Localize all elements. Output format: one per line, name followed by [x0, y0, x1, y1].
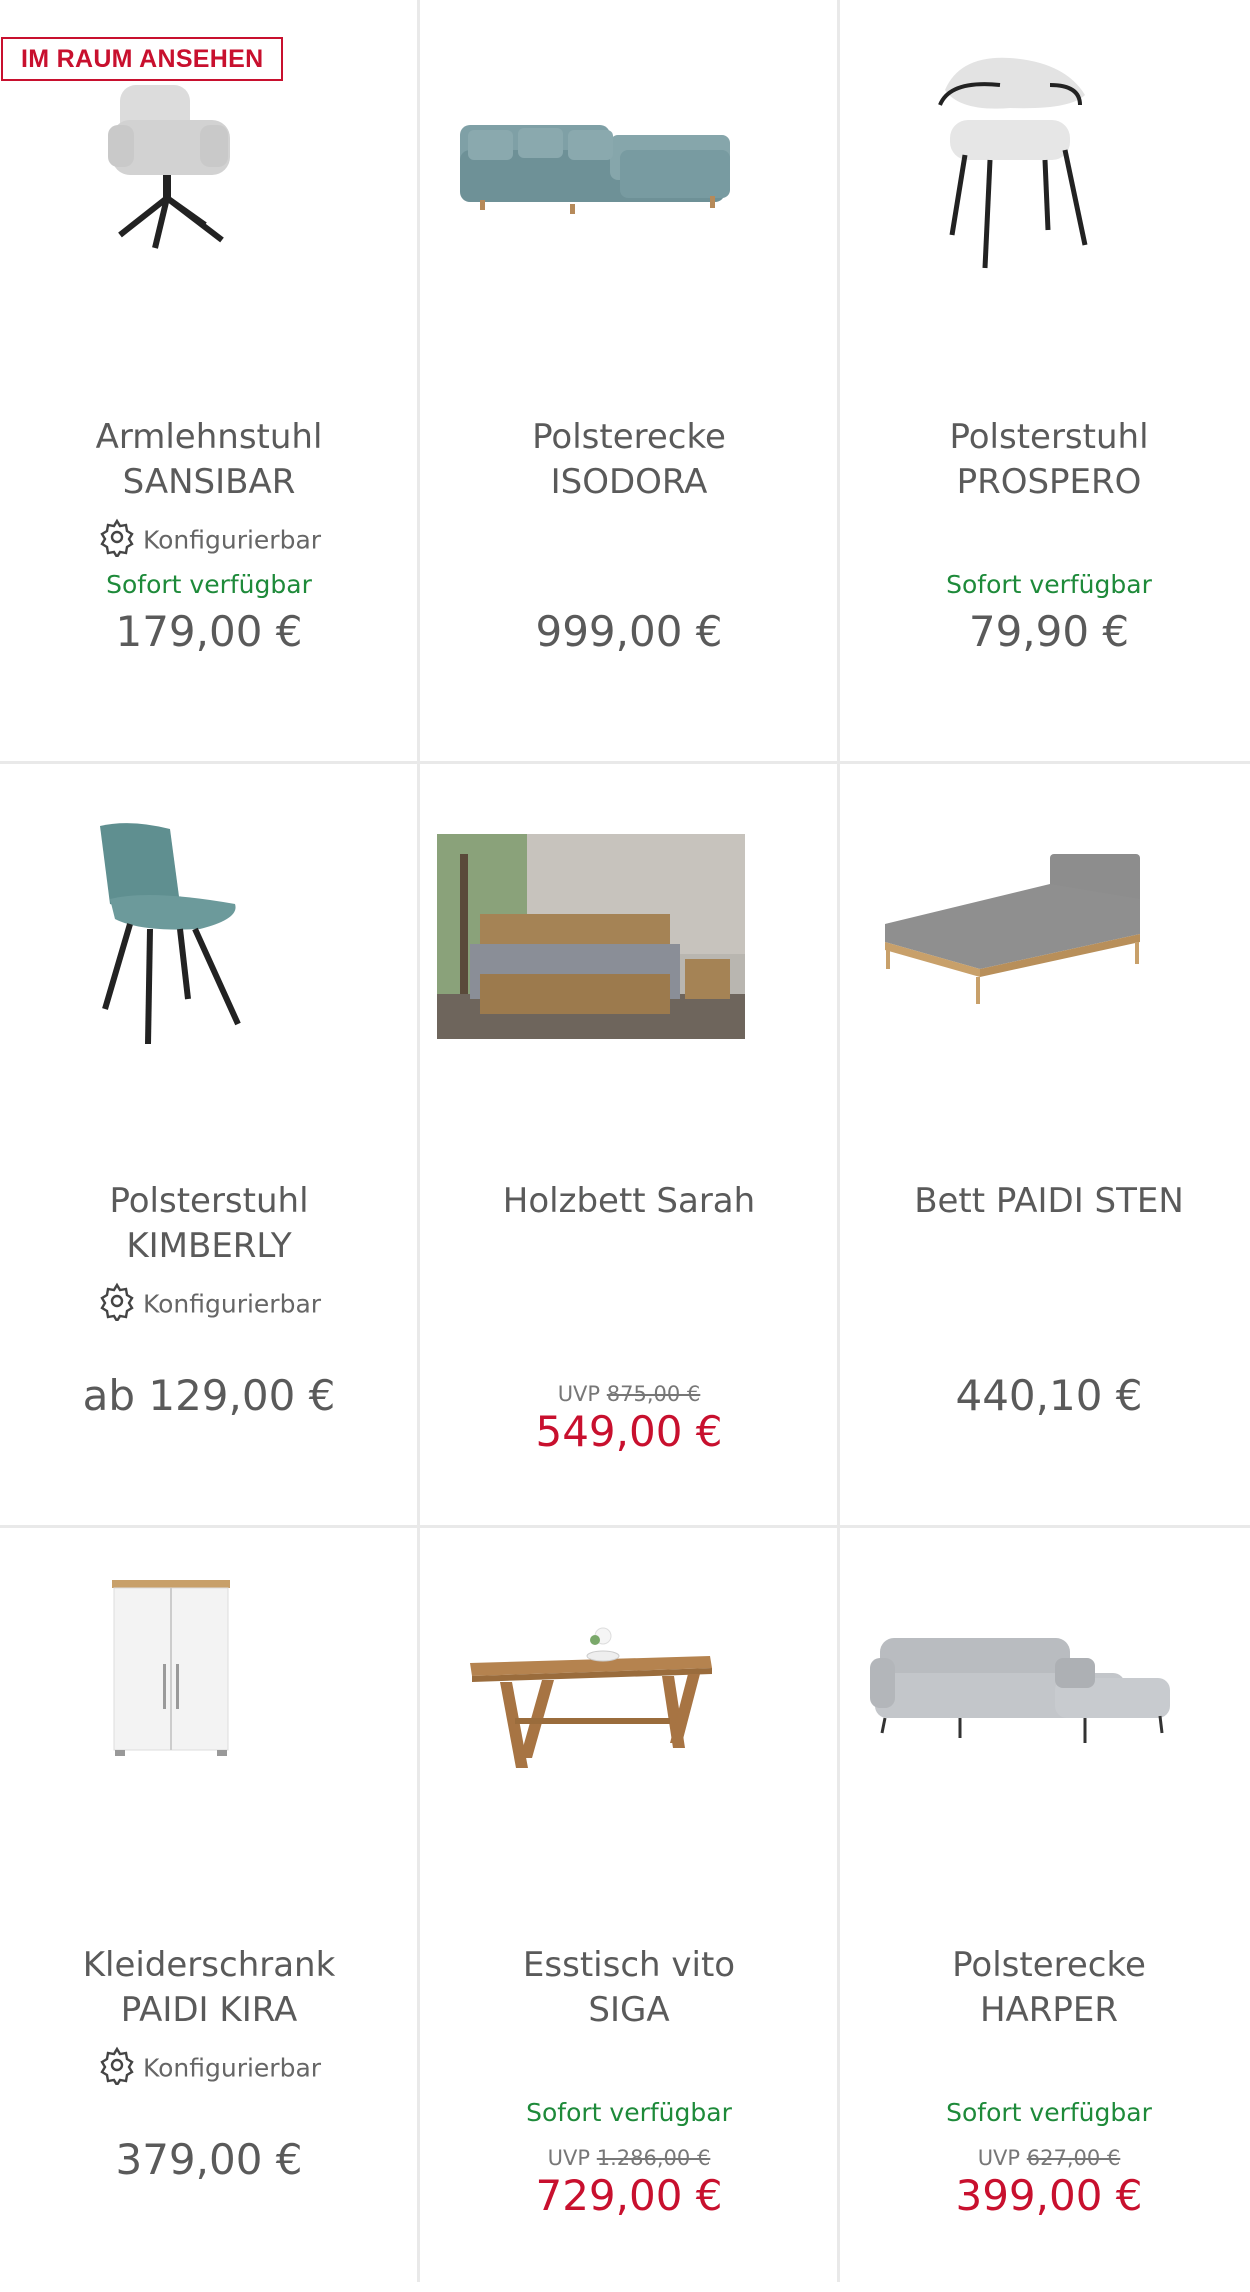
product-title[interactable]: Holzbett Sarah: [430, 1179, 828, 1224]
availability-label: Sofort verfügbar: [946, 2098, 1152, 2127]
product-title[interactable]: Esstisch vito SIGA: [430, 1943, 828, 2033]
row-divider: [0, 761, 1250, 764]
product-card-paidi-sten[interactable]: Bett PAIDI STEN 440,10 €: [840, 764, 1250, 1528]
price: 179,00 €: [115, 607, 303, 656]
gear-icon: [97, 517, 137, 563]
gear-icon: [97, 1281, 137, 1327]
product-card-paidi-kira[interactable]: Kleiderschrank PAIDI KIRA Konfigurierbar…: [0, 1528, 418, 2292]
column-divider: [837, 0, 840, 2282]
configurable-label: Konfigurierbar: [0, 517, 418, 563]
uvp-price: UVP 875,00 €: [557, 1382, 701, 1406]
product-card-harper[interactable]: Polsterecke HARPER Sofort verfügbar UVP …: [840, 1528, 1250, 2292]
product-grid: IM RAUM ANSEHEN Armlehnstuhl SANSIBAR Ko…: [0, 0, 1250, 2292]
product-image-dining-table[interactable]: [420, 1528, 838, 1828]
configurable-label: Konfigurierbar: [0, 1281, 418, 1327]
row-divider: [0, 1525, 1250, 1528]
product-title[interactable]: Polsterecke ISODORA: [430, 415, 828, 505]
availability-label: Sofort verfügbar: [526, 2098, 732, 2127]
column-divider: [417, 0, 420, 2282]
product-image-upholstered-chair[interactable]: [0, 764, 418, 1064]
availability-label: Sofort verfügbar: [946, 570, 1152, 599]
product-card-prospero[interactable]: Polsterstuhl PROSPERO Sofort verfügbar 7…: [840, 0, 1250, 764]
product-image-bed[interactable]: [840, 764, 1250, 1064]
price: 440,10 €: [955, 1371, 1143, 1420]
product-image-corner-sofa[interactable]: [420, 0, 838, 300]
product-image-wooden-bed[interactable]: [420, 764, 838, 1064]
product-card-isodora[interactable]: Polsterecke ISODORA 999,00 €: [420, 0, 838, 764]
product-title[interactable]: Kleiderschrank PAIDI KIRA: [10, 1943, 408, 2033]
product-title[interactable]: Bett PAIDI STEN: [850, 1179, 1248, 1224]
price: 999,00 €: [535, 607, 723, 656]
product-title[interactable]: Polsterstuhl KIMBERLY: [10, 1179, 408, 1269]
product-image-corner-sofa[interactable]: [840, 1528, 1250, 1828]
configurable-label: Konfigurierbar: [0, 2045, 418, 2091]
view-in-room-badge[interactable]: IM RAUM ANSEHEN: [1, 37, 284, 81]
gear-icon: [97, 2045, 137, 2091]
product-image-upholstered-chair[interactable]: [840, 0, 1250, 300]
product-card-holzbett-sarah[interactable]: Holzbett Sarah UVP 875,00 € 549,00 €: [420, 764, 838, 1528]
product-title[interactable]: Armlehnstuhl SANSIBAR: [10, 415, 408, 505]
product-card-sansibar[interactable]: IM RAUM ANSEHEN Armlehnstuhl SANSIBAR Ko…: [0, 0, 418, 764]
price: 379,00 €: [115, 2135, 303, 2184]
sale-price: 729,00 €: [535, 2171, 723, 2220]
sale-price: 549,00 €: [535, 1407, 723, 1456]
price: 79,90 €: [968, 607, 1130, 656]
uvp-price: UVP 627,00 €: [977, 2146, 1121, 2170]
uvp-price: UVP 1.286,00 €: [547, 2146, 711, 2170]
product-title[interactable]: Polsterstuhl PROSPERO: [850, 415, 1248, 505]
sale-price: 399,00 €: [955, 2171, 1143, 2220]
availability-label: Sofort verfügbar: [106, 570, 312, 599]
product-title[interactable]: Polsterecke HARPER: [850, 1943, 1248, 2033]
product-card-kimberly[interactable]: Polsterstuhl KIMBERLY Konfigurierbar ab …: [0, 764, 418, 1528]
product-card-vito-siga[interactable]: Esstisch vito SIGA Sofort verfügbar UVP …: [420, 1528, 838, 2292]
product-image-wardrobe[interactable]: [0, 1528, 418, 1828]
price: ab 129,00 €: [82, 1371, 336, 1420]
